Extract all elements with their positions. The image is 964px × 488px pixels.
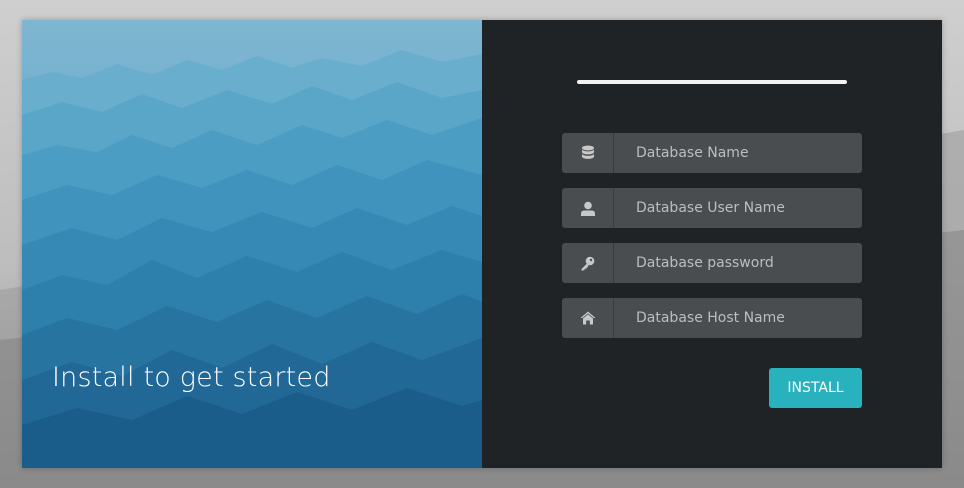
- database-password-input[interactable]: [614, 243, 862, 283]
- key-icon: [562, 243, 614, 283]
- database-icon: [562, 133, 614, 173]
- database-name-input[interactable]: [614, 133, 862, 173]
- hero-panel: Install to get started: [22, 20, 482, 468]
- progress-bar: [577, 80, 847, 84]
- install-form-panel: INSTALL: [482, 20, 942, 468]
- database-host-name-input[interactable]: [614, 298, 862, 338]
- database-password-field: [562, 243, 862, 283]
- install-card: Install to get started Database Name Dat…: [22, 20, 942, 468]
- database-name-field: [562, 133, 862, 173]
- install-button[interactable]: INSTALL: [769, 368, 862, 408]
- database-user-name-field: [562, 188, 862, 228]
- mountain-landscape-image: [22, 20, 482, 468]
- database-user-name-input[interactable]: [614, 188, 862, 228]
- database-host-name-field: [562, 298, 862, 338]
- hero-tagline: Install to get started: [52, 362, 331, 393]
- user-icon: [562, 188, 614, 228]
- home-icon: [562, 298, 614, 338]
